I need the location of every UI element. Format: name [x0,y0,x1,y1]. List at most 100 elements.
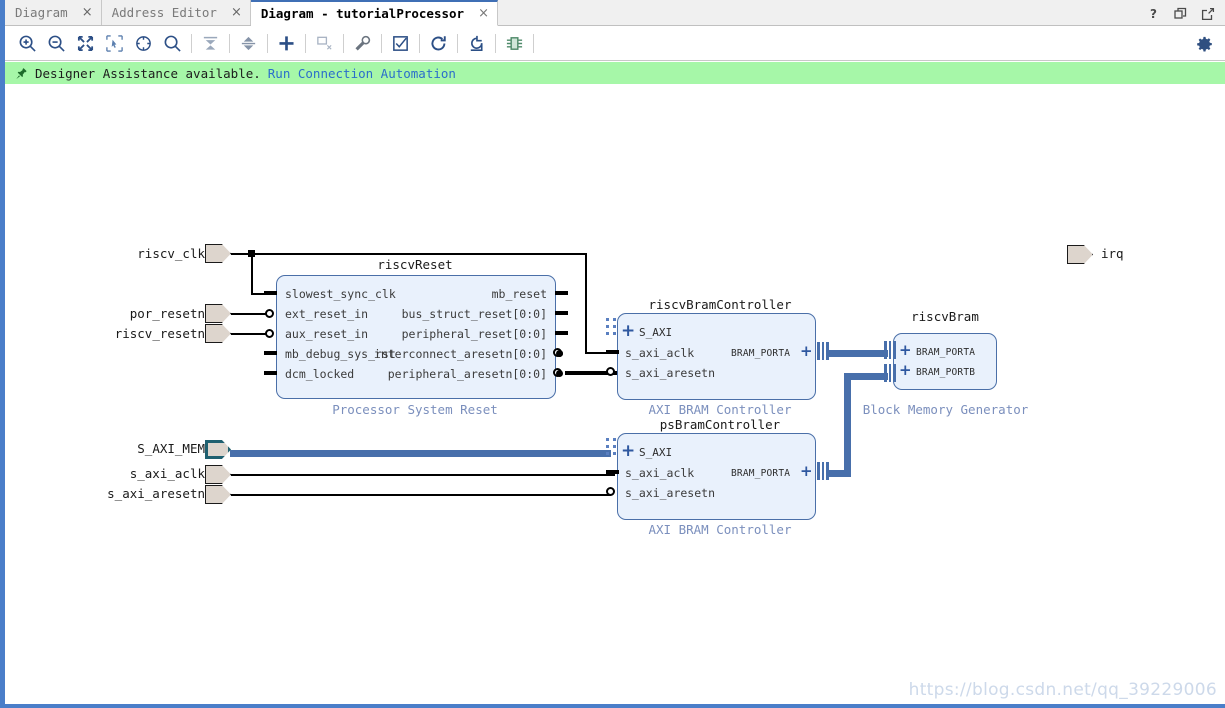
add-module-button[interactable] [310,29,339,58]
expand-icon-ps-s-axi[interactable]: + [621,443,635,460]
expand-icon-s-axi[interactable]: + [621,323,635,340]
interface-pin-grid-riscvbram-saxi [606,318,616,335]
block-subtitle-riscvreset: Processor System Reset [332,402,498,417]
toolbar-divider [381,33,382,53]
expand-icon-psbram-porta[interactable]: + [800,464,813,479]
block-title-riscvbram: riscvBram [911,309,979,324]
pin-peripheral-reset[interactable]: peripheral_reset[0:0] [347,327,547,341]
port-s-axi-mem[interactable] [205,440,231,459]
help-icon[interactable]: ? [1147,6,1161,21]
block-subtitle-riscvbram: Block Memory Generator [862,402,1029,417]
svg-text:?: ? [1150,7,1157,21]
block-title-riscvbramcontroller: riscvBramController [648,297,792,312]
port-s-axi-aclk[interactable] [205,465,231,484]
zoom-fit-button[interactable] [71,29,100,58]
zoom-to-area-button[interactable] [100,29,129,58]
toolbar-divider [343,33,344,53]
run-connection-automation-link[interactable]: Run Connection Automation [268,66,456,81]
window-controls: ? [1141,0,1225,25]
interface-ps-s-axi[interactable]: S_AXI [639,446,672,459]
pin-peripheral-aresetn[interactable]: peripheral_aresetn[0:0] [335,367,547,381]
tab-bar-spacer [497,0,1141,25]
expand-icon-riscvbram-porta[interactable]: + [800,344,813,359]
pin-psbram-s-axi-aresetn[interactable]: s_axi_aresetn [625,486,715,500]
port-por-resetn[interactable] [205,304,231,323]
validate-design-button[interactable] [386,29,415,58]
block-design-canvas[interactable]: riscv_clk por_resetn riscv_resetn S_AXI_… [5,85,1225,704]
pin-dot-peripheral-aresetn [556,370,563,377]
pin-stub-dcm-locked [264,371,277,375]
port-riscv-resetn[interactable] [205,324,231,343]
pin-inverted-riscvbram-aresetn [606,367,615,376]
pin-psbram-s-axi-aclk[interactable]: s_axi_aclk [625,466,694,480]
interface-riscvbram-porta[interactable]: BRAM_PORTA [731,348,790,359]
pin-inverted-psbram-aresetn [606,487,615,496]
pin-dot-interconnect-aresetn-fill [556,350,563,357]
expand-icon-bram-portb[interactable]: + [899,363,912,378]
expand-all-button[interactable] [234,29,263,58]
zoom-in-button[interactable] [13,29,42,58]
tab-label: Address Editor [111,5,217,20]
close-icon[interactable]: × [231,5,242,20]
port-irq[interactable] [1067,245,1093,264]
pin-interconnect-aresetn[interactable]: interconnect_aresetn[0:0] [335,347,547,361]
pin-riscvbram-s-axi-aclk[interactable]: s_axi_aclk [625,346,694,360]
tab-diagram-tutorialprocessor[interactable]: Diagram - tutorialProcessor × [250,0,498,26]
pin-stub-peripheral-reset [555,331,568,335]
interface-psbram-porta[interactable]: BRAM_PORTA [731,468,790,479]
close-icon[interactable]: × [478,6,489,21]
expand-icon-bram-porta[interactable]: + [899,343,912,358]
toolbar-divider [533,33,534,53]
regenerate-layout-button[interactable] [424,29,453,58]
search-button[interactable] [158,29,187,58]
optimize-routing-button[interactable] [462,29,491,58]
wire-clk-right-down [585,253,587,353]
refit-button[interactable] [129,29,158,58]
pin-stub-slowest-sync-clk [264,291,277,295]
customize-block-button[interactable] [348,29,377,58]
create-hierarchy-button[interactable] [500,29,529,58]
port-label-riscv-clk: riscv_clk [137,246,205,261]
toolbar-divider [267,33,268,53]
interface-connector-riscvbram-b [884,364,896,382]
zoom-out-button[interactable] [42,29,71,58]
settings-button[interactable] [1193,33,1215,55]
interface-bram-porta[interactable]: BRAM_PORTA [916,347,975,358]
wire-ps-aresetn [231,494,611,496]
wire-clk-top-run [251,253,587,255]
interface-s-axi[interactable]: S_AXI [639,326,672,339]
add-ip-button[interactable] [272,29,301,58]
collapse-all-button[interactable] [196,29,225,58]
wire-ps-aclk [231,474,615,476]
pin-riscvbram-s-axi-aresetn[interactable]: s_axi_aresetn [625,366,715,380]
port-label-s-axi-aclk: s_axi_aclk [129,466,205,481]
pin-icon [15,67,28,80]
restore-window-icon[interactable] [1174,6,1188,20]
banner-message: Designer Assistance available. [35,65,261,81]
block-subtitle-riscvbramcontroller: AXI BRAM Controller [648,402,792,417]
pin-stub-psbram-aclk [606,470,619,474]
pin-mb-reset[interactable]: mb_reset [347,287,547,301]
pin-bus-struct-reset[interactable]: bus_struct_reset[0:0] [347,307,547,321]
vivado-block-design-window: Diagram × Address Editor × Diagram - tut… [0,0,1225,708]
port-s-axi-aresetn[interactable] [205,485,231,504]
pin-stub-mb-reset [555,291,568,295]
port-label-s-axi-mem: S_AXI_MEM [137,441,205,456]
interface-bram-portb[interactable]: BRAM_PORTB [916,367,975,378]
tab-label: Diagram [15,5,68,20]
pin-inverted-aux-reset-in [265,329,274,338]
toolbar-divider [305,33,306,53]
tab-address-editor[interactable]: Address Editor × [101,0,251,25]
diagram-toolbar [5,26,1225,61]
pin-inverted-ext-reset-in [265,309,274,318]
close-icon[interactable]: × [82,5,93,20]
port-riscv-clk[interactable] [205,244,231,263]
maximize-window-icon[interactable] [1201,6,1215,20]
port-label-por-resetn: por_resetn [129,306,205,321]
toolbar-divider [457,33,458,53]
tab-diagram[interactable]: Diagram × [5,0,102,25]
toolbar-divider [191,33,192,53]
toolbar-divider [229,33,230,53]
toolbar-divider [495,33,496,53]
pin-stub-bus-struct-reset [555,311,568,315]
